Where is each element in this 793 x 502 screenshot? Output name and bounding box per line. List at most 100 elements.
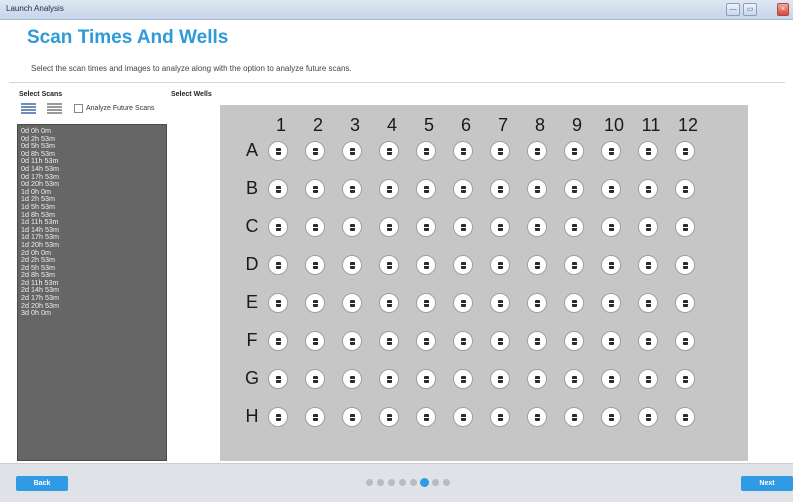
well[interactable] (416, 369, 436, 389)
well[interactable] (601, 407, 621, 427)
next-button[interactable]: Next (741, 476, 793, 491)
well[interactable] (675, 331, 695, 351)
well[interactable] (342, 369, 362, 389)
well[interactable] (601, 331, 621, 351)
well[interactable] (601, 179, 621, 199)
well[interactable] (342, 255, 362, 275)
column-label[interactable]: 6 (451, 115, 481, 136)
column-label[interactable]: 12 (673, 115, 703, 136)
well[interactable] (638, 217, 658, 237)
scan-item[interactable]: 3d 0h 0m (18, 309, 166, 317)
well[interactable] (527, 331, 547, 351)
well[interactable] (453, 293, 473, 313)
well[interactable] (453, 179, 473, 199)
well[interactable] (527, 369, 547, 389)
well[interactable] (268, 293, 288, 313)
well[interactable] (379, 255, 399, 275)
well[interactable] (490, 293, 510, 313)
well[interactable] (416, 331, 436, 351)
well[interactable] (268, 141, 288, 161)
back-button[interactable]: Back (16, 476, 68, 491)
row-label[interactable]: E (240, 292, 264, 313)
well[interactable] (453, 141, 473, 161)
well[interactable] (675, 369, 695, 389)
well[interactable] (564, 293, 584, 313)
well[interactable] (638, 179, 658, 199)
well[interactable] (527, 293, 547, 313)
well[interactable] (638, 369, 658, 389)
well[interactable] (675, 255, 695, 275)
close-button[interactable]: × (777, 3, 789, 16)
well[interactable] (601, 369, 621, 389)
well[interactable] (453, 331, 473, 351)
well[interactable] (638, 293, 658, 313)
well[interactable] (453, 217, 473, 237)
row-label[interactable]: G (240, 368, 264, 389)
well[interactable] (638, 331, 658, 351)
column-label[interactable]: 7 (488, 115, 518, 136)
column-label[interactable]: 2 (303, 115, 333, 136)
well[interactable] (268, 217, 288, 237)
well[interactable] (638, 255, 658, 275)
column-label[interactable]: 8 (525, 115, 555, 136)
column-label[interactable]: 11 (636, 115, 666, 136)
minimize-button[interactable]: — (726, 3, 740, 16)
well[interactable] (527, 255, 547, 275)
well[interactable] (527, 407, 547, 427)
well[interactable] (564, 217, 584, 237)
well[interactable] (564, 141, 584, 161)
well[interactable] (305, 255, 325, 275)
well[interactable] (268, 179, 288, 199)
well[interactable] (305, 293, 325, 313)
well[interactable] (342, 179, 362, 199)
well[interactable] (490, 407, 510, 427)
well[interactable] (564, 369, 584, 389)
well[interactable] (416, 407, 436, 427)
well[interactable] (638, 407, 658, 427)
grid-view-icon[interactable] (21, 103, 36, 114)
column-label[interactable]: 5 (414, 115, 444, 136)
well[interactable] (490, 331, 510, 351)
well[interactable] (453, 369, 473, 389)
well[interactable] (268, 407, 288, 427)
list-view-icon[interactable] (47, 103, 62, 114)
well[interactable] (379, 179, 399, 199)
well[interactable] (416, 255, 436, 275)
well[interactable] (379, 407, 399, 427)
well[interactable] (527, 179, 547, 199)
well[interactable] (342, 293, 362, 313)
column-label[interactable]: 3 (340, 115, 370, 136)
well[interactable] (379, 293, 399, 313)
well[interactable] (268, 331, 288, 351)
well[interactable] (268, 255, 288, 275)
scan-list[interactable]: 0d 0h 0m 0d 2h 53m 0d 5h 53m 0d 8h 53m 0d 11… (17, 124, 167, 461)
well[interactable] (342, 217, 362, 237)
row-label[interactable]: C (240, 216, 264, 237)
well[interactable] (601, 255, 621, 275)
well[interactable] (601, 293, 621, 313)
well[interactable] (490, 255, 510, 275)
well[interactable] (675, 407, 695, 427)
column-label[interactable]: 1 (266, 115, 296, 136)
well[interactable] (675, 217, 695, 237)
well[interactable] (675, 293, 695, 313)
column-label[interactable]: 4 (377, 115, 407, 136)
well[interactable] (342, 331, 362, 351)
column-label[interactable]: 10 (599, 115, 629, 136)
well[interactable] (416, 217, 436, 237)
well[interactable] (379, 217, 399, 237)
well[interactable] (490, 141, 510, 161)
well[interactable] (675, 141, 695, 161)
well[interactable] (564, 331, 584, 351)
column-label[interactable]: 9 (562, 115, 592, 136)
well[interactable] (305, 179, 325, 199)
well[interactable] (268, 369, 288, 389)
well[interactable] (342, 407, 362, 427)
well[interactable] (675, 179, 695, 199)
well[interactable] (527, 217, 547, 237)
maximize-button[interactable]: ▭ (743, 3, 757, 16)
well[interactable] (416, 293, 436, 313)
row-label[interactable]: B (240, 178, 264, 199)
analyze-future-checkbox[interactable] (74, 104, 83, 113)
well[interactable] (601, 141, 621, 161)
